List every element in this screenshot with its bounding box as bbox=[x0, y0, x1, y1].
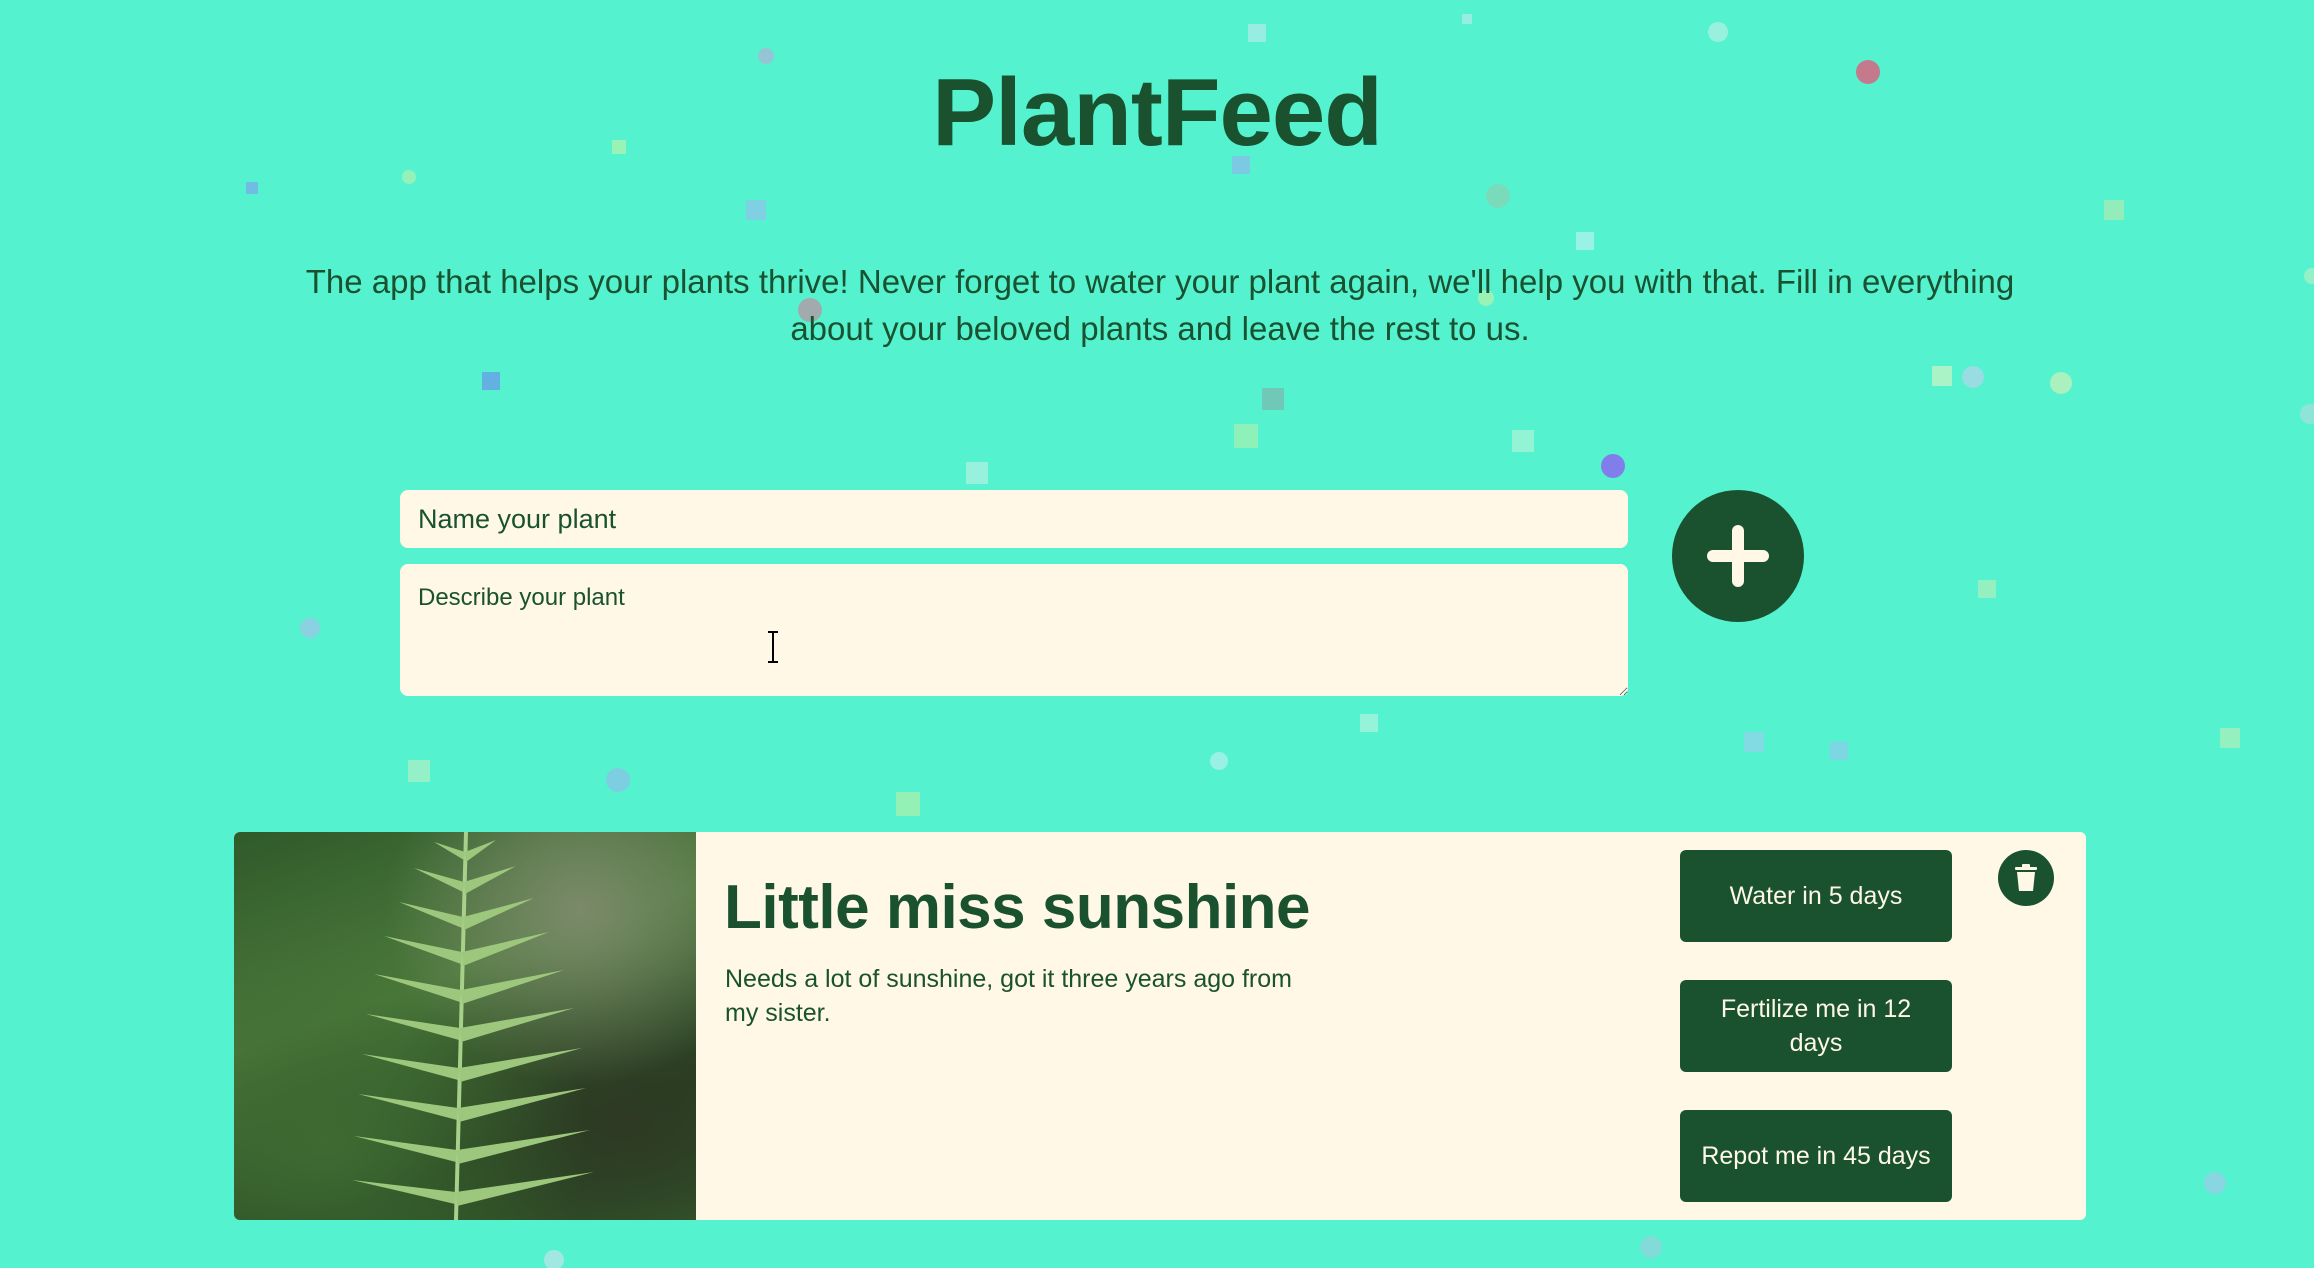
water-reminder-button[interactable]: Water in 5 days bbox=[1680, 850, 1952, 942]
fern-photo bbox=[234, 832, 696, 1220]
delete-plant-button[interactable] bbox=[1998, 850, 2054, 906]
plus-icon bbox=[1707, 525, 1769, 587]
fern-frond-icon bbox=[352, 832, 594, 1220]
trash-icon bbox=[2015, 864, 2037, 891]
fertilize-reminder-button[interactable]: Fertilize me in 12 days bbox=[1680, 980, 1952, 1072]
plant-description: Needs a lot of sunshine, got it three ye… bbox=[725, 965, 1292, 1027]
app-tagline: The app that helps your plants thrive! N… bbox=[305, 263, 2015, 347]
plant-description-input[interactable] bbox=[400, 564, 1628, 696]
plant-name-input[interactable] bbox=[400, 490, 1628, 548]
text-cursor-icon bbox=[768, 631, 778, 663]
plant-name: Little miss sunshine bbox=[724, 873, 1311, 942]
add-plant-button[interactable] bbox=[1672, 490, 1804, 622]
plant-card: Little miss sunshine Needs a lot of suns… bbox=[234, 832, 2086, 1220]
app-title: PlantFeed bbox=[932, 59, 1383, 166]
repot-reminder-button[interactable]: Repot me in 45 days bbox=[1680, 1110, 1952, 1202]
